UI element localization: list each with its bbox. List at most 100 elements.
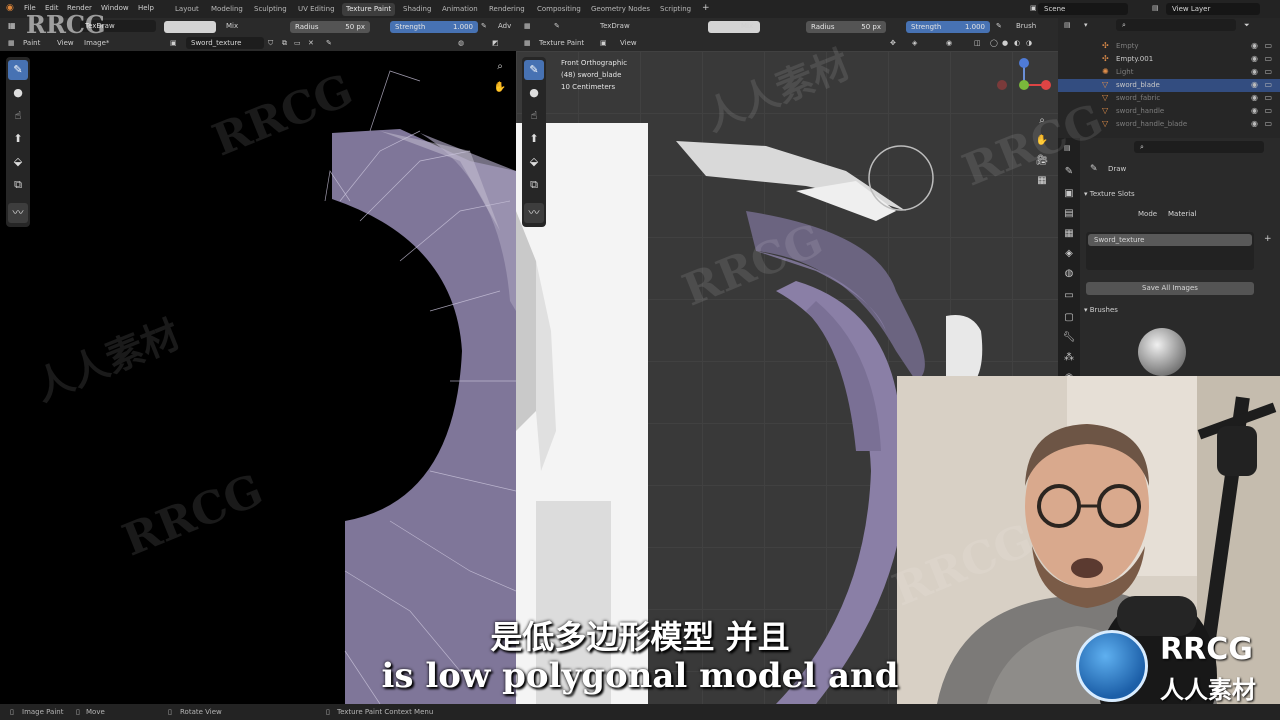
tab-compositing[interactable]: Compositing (533, 3, 585, 16)
transform-icon[interactable]: ✥ (890, 39, 896, 47)
open-image-icon[interactable]: ▭ (294, 39, 301, 47)
modifier-tab-icon[interactable]: 🔧︎ (1061, 330, 1077, 346)
image-browse-icon[interactable]: ▣ (170, 39, 177, 47)
tab-shading[interactable]: Shading (399, 3, 435, 16)
perspective-toggle-icon[interactable]: ▦ (1034, 173, 1050, 189)
tab-uv-editing[interactable]: UV Editing (294, 3, 339, 16)
3d-soften-tool-icon[interactable]: ● (524, 83, 544, 103)
collection-tab-icon[interactable]: ▭ (1061, 288, 1077, 304)
eye-icon[interactable]: ◉ (1251, 41, 1258, 50)
editor-type-icon[interactable]: ▦ (8, 21, 16, 30)
add-workspace-icon[interactable]: + (702, 3, 710, 13)
eye-icon[interactable]: ◉ (1251, 106, 1258, 115)
mode-dropdown[interactable]: Texture Paint (539, 39, 584, 47)
tab-sculpting[interactable]: Sculpting (250, 3, 291, 16)
right-blend-mode[interactable]: Mix (741, 22, 753, 30)
outliner-filter-icon[interactable]: ▾ (1084, 21, 1088, 29)
image-name-field[interactable]: Sword_texture (186, 37, 264, 49)
tab-rendering[interactable]: Rendering (485, 3, 529, 16)
3d-smear-tool-icon[interactable]: ☝ (524, 106, 544, 126)
strength-slider[interactable]: Strength 1.000 (390, 21, 478, 33)
outliner-row[interactable]: ✣ Empty.001 ◉ ▭ (1058, 53, 1280, 66)
blend-mode[interactable]: Mix (226, 22, 238, 30)
tab-modeling[interactable]: Modeling (207, 3, 247, 16)
shading-wire-icon[interactable]: ◯ (990, 39, 998, 47)
menu-help[interactable]: Help (138, 4, 154, 12)
world-tab-icon[interactable]: ◍ (1061, 266, 1077, 282)
mode-dropdown-field[interactable]: Material (1162, 208, 1254, 220)
pan-hand-icon[interactable]: ✋ (492, 80, 508, 96)
eye-icon[interactable]: ◉ (1251, 67, 1258, 76)
3d-view-icon[interactable]: ▦ (524, 39, 531, 47)
brush-preview-icon[interactable] (1138, 328, 1186, 376)
brush-menu[interactable]: Brush (1016, 22, 1036, 30)
eye-icon[interactable]: ◉ (1251, 93, 1258, 102)
blender-logo-icon[interactable]: ◉ (6, 3, 14, 13)
add-slot-icon[interactable]: + (1264, 234, 1272, 244)
snap-icon[interactable]: ◈ (912, 39, 917, 47)
overlay-icon[interactable]: ◍ (458, 39, 464, 47)
3d-draw-tool-icon[interactable]: ✎ (524, 60, 544, 80)
camera-icon[interactable]: ▭ (1264, 93, 1272, 102)
eye-icon[interactable]: ◉ (1251, 54, 1258, 63)
tab-animation[interactable]: Animation (438, 3, 482, 16)
tab-scripting[interactable]: Scripting (656, 3, 695, 16)
output-tab-icon[interactable]: ▤ (1061, 206, 1077, 222)
properties-search-field[interactable]: ⌕ (1134, 141, 1264, 153)
particles-tab-icon[interactable]: ⁂ (1061, 350, 1077, 366)
smear-tool-icon[interactable]: ☝ (8, 106, 28, 126)
close-image-icon[interactable]: ✕ (308, 39, 314, 47)
3d-clone-tool-icon[interactable]: ⬆ (524, 129, 544, 149)
brushes-header[interactable]: ▾ Brushes (1084, 306, 1118, 314)
right-strength-slider[interactable]: Strength 1.000 (906, 21, 990, 33)
advanced-menu[interactable]: Adv (498, 22, 511, 30)
pressure-icon[interactable]: ✎ (481, 22, 487, 30)
image-menu[interactable]: Image* (84, 39, 109, 47)
outliner-row[interactable]: ✺ Light ◉ ▭ (1058, 66, 1280, 79)
axis-gizmo-icon[interactable] (994, 55, 1054, 115)
outliner-row-selected[interactable]: ▽ sword_blade ◉ ▭ (1058, 79, 1280, 92)
render-tab-icon[interactable]: ▣ (1061, 186, 1077, 202)
eye-icon[interactable]: ◉ (1251, 119, 1258, 128)
shading-solid-icon[interactable]: ● (1002, 39, 1008, 47)
color-swatch[interactable] (164, 21, 216, 33)
visibility-icon[interactable]: ◉ (946, 39, 952, 47)
texture-slot-item[interactable]: Sword_texture (1088, 234, 1252, 246)
brush-icon[interactable]: ✎ (554, 22, 560, 30)
view-layer-tab-icon[interactable]: ▦ (1061, 226, 1077, 242)
3d-fill-tool-icon[interactable]: ⬙ (524, 152, 544, 172)
image-editor-icon[interactable]: ▦ (8, 39, 15, 47)
tool-tab-icon[interactable]: ✎ (1061, 164, 1077, 180)
tab-geometry-nodes[interactable]: Geometry Nodes (587, 3, 654, 16)
pin-icon[interactable]: ✎ (326, 39, 332, 47)
camera-icon[interactable]: ▭ (1264, 54, 1272, 63)
zoom-icon[interactable]: ⌕ (492, 59, 508, 75)
soften-tool-icon[interactable]: ● (8, 83, 28, 103)
camera-icon[interactable]: ▭ (1264, 41, 1272, 50)
radius-slider[interactable]: Radius 50 px (290, 21, 370, 33)
shading-render-icon[interactable]: ◑ (1026, 39, 1032, 47)
outliner-search-field[interactable]: ⌕ (1116, 19, 1236, 31)
outliner-editor-icon[interactable]: ▤ (1064, 21, 1071, 29)
gizmo-icon[interactable]: ◩ (492, 39, 499, 47)
tab-layout[interactable]: Layout (171, 3, 203, 16)
eye-icon[interactable]: ◉ (1251, 80, 1258, 89)
right-view-menu[interactable]: View (620, 39, 637, 47)
right-pressure-icon[interactable]: ✎ (996, 22, 1002, 30)
fake-user-icon[interactable]: ⛉ (268, 39, 273, 48)
draw-tool-icon[interactable]: ✎ (8, 60, 28, 80)
save-all-images-button[interactable]: Save All Images (1086, 282, 1254, 295)
outliner-row[interactable]: ✣ Empty ◉ ▭ (1058, 40, 1280, 53)
view-menu[interactable]: View (57, 39, 74, 47)
view-layer-field[interactable]: View Layer (1166, 3, 1260, 15)
scene-tab-icon[interactable]: ◈ (1061, 246, 1077, 262)
3d-annotate-tool-icon[interactable]: 〰 (524, 203, 544, 223)
right-radius-slider[interactable]: Radius 50 px (806, 21, 886, 33)
camera-icon[interactable]: ▭ (1264, 80, 1272, 89)
camera-icon[interactable]: ▭ (1264, 67, 1272, 76)
editor-type-icon-3d[interactable]: ▦ (524, 22, 531, 30)
new-image-icon[interactable]: ⧉ (282, 39, 287, 48)
texture-slots-header[interactable]: ▾ Texture Slots (1084, 190, 1135, 198)
camera-icon[interactable]: ▭ (1264, 106, 1272, 115)
scene-icon[interactable]: ▣ (1030, 4, 1037, 12)
